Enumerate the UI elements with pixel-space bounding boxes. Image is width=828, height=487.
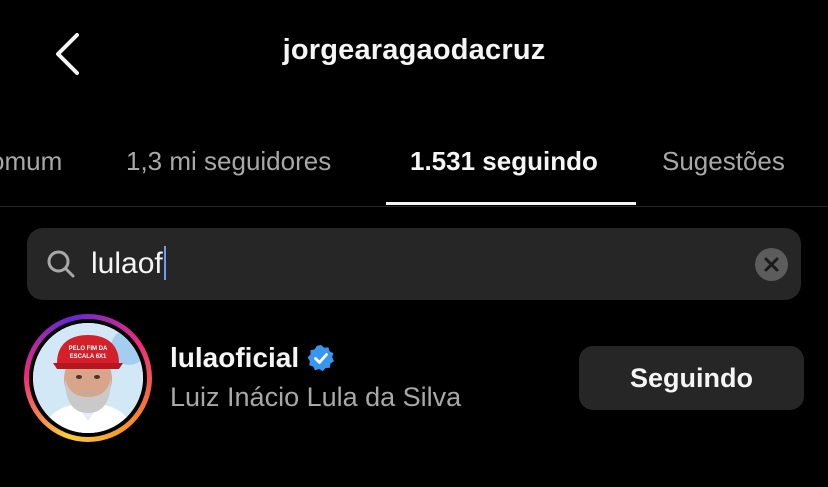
tab-followers[interactable]: 1,3 mi seguidores [126, 146, 331, 177]
search-bar[interactable]: lulaof [27, 228, 801, 300]
close-icon [764, 257, 779, 272]
avatar-photo: PELO FIM DA ESCALA 6X1 [33, 323, 143, 433]
username[interactable]: lulaoficial [170, 342, 299, 374]
verified-badge-icon [307, 345, 335, 372]
full-name: Luiz Inácio Lula da Silva [170, 382, 462, 412]
username-row[interactable]: lulaoficial [170, 342, 335, 374]
svg-text:PELO FIM DA: PELO FIM DA [69, 346, 108, 352]
tab-common[interactable]: omum [0, 146, 62, 177]
page-title: jorgearagaodacruz [282, 34, 546, 66]
search-input[interactable]: lulaof [91, 228, 166, 300]
tab-suggestions[interactable]: Sugestões [662, 146, 785, 177]
following-button[interactable]: Seguindo [579, 346, 804, 410]
list-item[interactable]: PELO FIM DA ESCALA 6X1 lulaoficial Luiz … [0, 310, 828, 442]
avatar: PELO FIM DA ESCALA 6X1 [33, 323, 143, 433]
clear-search-button[interactable] [755, 248, 788, 281]
svg-text:ESCALA 6X1: ESCALA 6X1 [70, 354, 107, 360]
active-tab-indicator [386, 202, 636, 205]
tabs-divider [0, 206, 828, 207]
tab-bar: omum 1,3 mi seguidores 1.531 seguindo Su… [0, 118, 828, 206]
header: jorgearagaodacruz [0, 0, 828, 110]
text-caret [163, 246, 166, 281]
story-ring[interactable]: PELO FIM DA ESCALA 6X1 [24, 314, 152, 442]
tab-following[interactable]: 1.531 seguindo [410, 146, 598, 177]
following-screen: jorgearagaodacruz omum 1,3 mi seguidores… [0, 0, 828, 487]
search-input-value: lulaof [91, 247, 163, 280]
search-icon [47, 250, 75, 278]
